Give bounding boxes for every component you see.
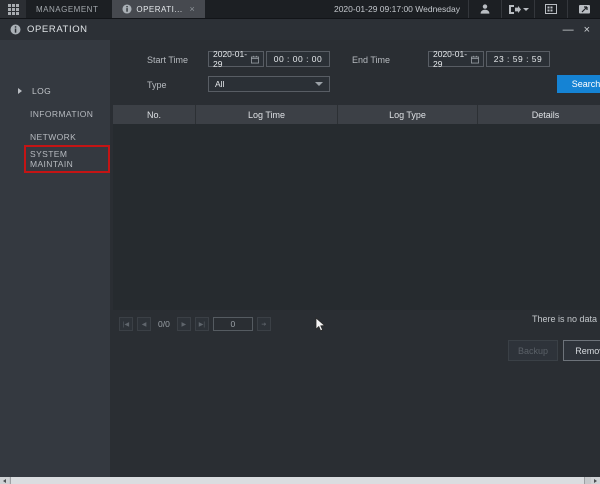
page-number-input[interactable]	[213, 317, 253, 331]
sidebar-group-label: LOG	[32, 86, 51, 96]
end-date-input[interactable]: 2020-01-29	[428, 51, 484, 67]
last-page-button[interactable]: ▶|	[195, 317, 209, 331]
window-title: OPERATION	[27, 24, 88, 35]
tab-management-label: MANAGEMENT	[36, 5, 98, 14]
tab-management[interactable]: MANAGEMENT	[26, 0, 108, 18]
horizontal-scrollbar[interactable]	[0, 477, 600, 484]
chevron-down-icon	[315, 82, 323, 86]
app-window: MANAGEMENT OPERATI... × 2020-01-29 09:17…	[0, 0, 600, 484]
sidebar-item-label: NETWORK	[30, 132, 76, 142]
screen-switch-icon	[578, 4, 591, 15]
tab-operation-label: OPERATI...	[136, 5, 182, 14]
mouse-cursor	[315, 317, 327, 333]
remove-button[interactable]: Remove	[563, 340, 600, 361]
highlight-box: SYSTEM MAINTAIN	[24, 145, 110, 173]
calendar-icon	[471, 55, 479, 64]
calendar-icon	[251, 55, 259, 64]
sidebar-item-label: INFORMATION	[30, 109, 93, 119]
screen-switch-button[interactable]	[567, 0, 600, 18]
tab-operation[interactable]: OPERATI... ×	[112, 0, 205, 18]
sidebar: LOG INFORMATION NETWORK SYSTEM MAINTAIN	[0, 40, 110, 477]
scroll-right-button[interactable]	[591, 477, 600, 484]
apps-menu-button[interactable]	[0, 0, 26, 18]
sidebar-group-log[interactable]: LOG	[0, 80, 110, 102]
start-date-value: 2020-01-29	[213, 49, 251, 69]
arrow-right-icon	[594, 479, 597, 483]
grid-button[interactable]	[534, 0, 567, 18]
go-to-page-button[interactable]: ➔	[257, 317, 271, 331]
table-header: No. Log Time Log Type Details	[113, 105, 600, 124]
type-label: Type	[147, 80, 167, 90]
top-bar: MANAGEMENT OPERATI... × 2020-01-29 09:17…	[0, 0, 600, 18]
log-table: No. Log Time Log Type Details	[113, 105, 600, 310]
window-titlebar: OPERATION — ×	[0, 18, 600, 40]
search-button[interactable]: Search	[557, 75, 600, 93]
sign-out-icon	[508, 4, 521, 15]
sidebar-item-information[interactable]: INFORMATION	[0, 103, 110, 125]
topbar-right: 2020-01-29 09:17:00 Wednesday	[334, 0, 600, 18]
first-page-button[interactable]: |◀	[119, 317, 133, 331]
column-header-log-time: Log Time	[195, 105, 337, 124]
scroll-left-button[interactable]	[0, 477, 9, 484]
backup-button[interactable]: Backup	[508, 340, 558, 361]
apps-grid-icon	[8, 4, 19, 15]
sign-out-button[interactable]	[501, 0, 534, 18]
column-header-details: Details	[477, 105, 600, 124]
info-icon	[122, 4, 132, 14]
end-clock-input[interactable]: 23 : 59 : 59	[486, 51, 550, 67]
end-clock-value: 23 : 59 : 59	[494, 54, 543, 64]
previous-page-button[interactable]: ◀	[137, 317, 151, 331]
column-header-log-type: Log Type	[337, 105, 477, 124]
grid-icon	[545, 4, 557, 14]
sidebar-item-system-maintain[interactable]: SYSTEM MAINTAIN	[0, 148, 110, 170]
user-icon	[479, 3, 491, 15]
empty-message: There is no data	[532, 314, 600, 324]
column-header-no: No.	[113, 105, 195, 124]
start-date-input[interactable]: 2020-01-29	[208, 51, 264, 67]
type-select[interactable]: All	[208, 76, 330, 92]
tab-close-icon[interactable]: ×	[190, 4, 196, 14]
next-page-button[interactable]: ▶	[177, 317, 191, 331]
window-controls: — ×	[563, 25, 600, 35]
user-button[interactable]	[468, 0, 501, 18]
chevron-down-icon	[523, 8, 529, 11]
page-counter: 0/0	[155, 319, 173, 329]
minimize-button[interactable]: —	[563, 25, 574, 35]
start-clock-value: 00 : 00 : 00	[274, 54, 323, 64]
sidebar-item-label: SYSTEM MAINTAIN	[30, 149, 73, 169]
close-button[interactable]: ×	[584, 25, 590, 35]
start-clock-input[interactable]: 00 : 00 : 00	[266, 51, 330, 67]
chevron-right-icon	[18, 88, 22, 94]
info-icon	[10, 24, 21, 35]
arrow-left-icon	[3, 479, 6, 483]
end-date-value: 2020-01-29	[433, 49, 471, 69]
pagination: |◀ ◀ 0/0 ▶ ▶| ➔	[119, 316, 271, 332]
start-time-label: Start Time	[147, 55, 188, 65]
datetime-display: 2020-01-29 09:17:00 Wednesday	[334, 0, 468, 18]
scrollbar-thumb[interactable]	[10, 477, 585, 484]
type-value: All	[215, 79, 224, 89]
end-time-label: End Time	[352, 55, 390, 65]
table-body-empty	[113, 124, 600, 310]
